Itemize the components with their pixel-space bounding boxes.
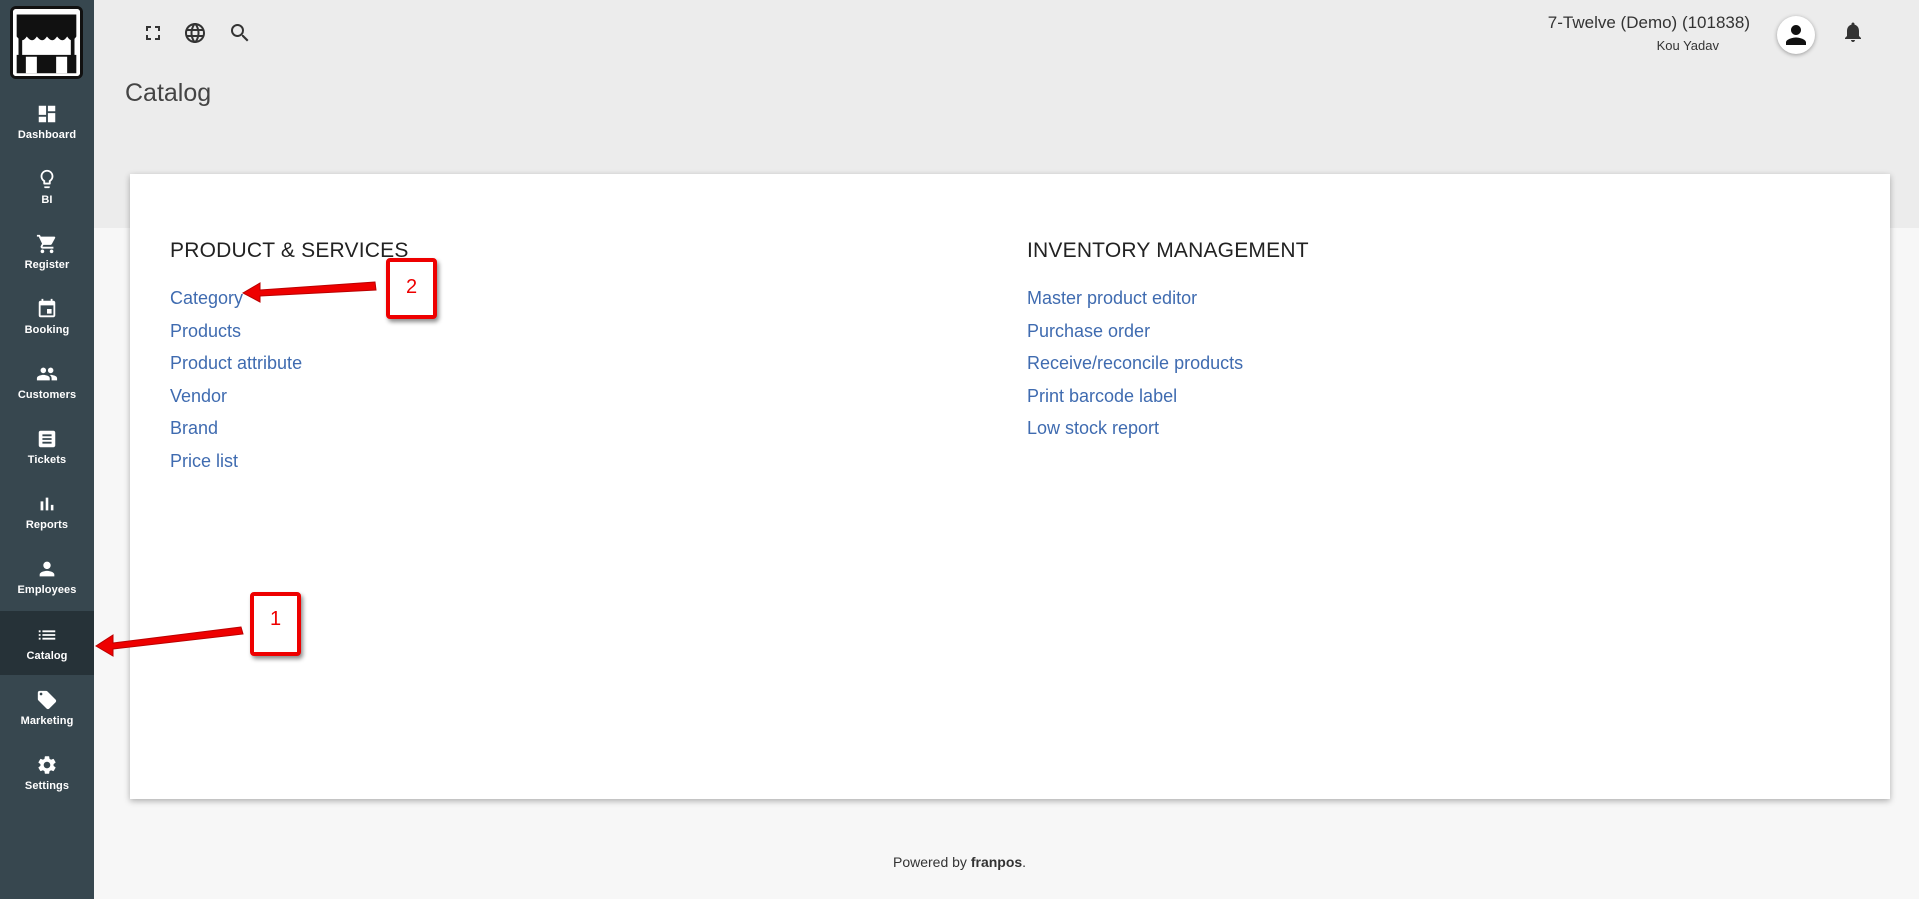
sidebar-item-customers[interactable]: Customers: [0, 350, 94, 414]
sidebar: Dashboard BI Register Booking Customers …: [0, 0, 94, 899]
link-master-product-editor[interactable]: Master product editor: [1027, 282, 1309, 315]
sidebar-item-label: Tickets: [27, 454, 67, 466]
link-category[interactable]: Category: [170, 282, 409, 315]
sidebar-item-reports[interactable]: Reports: [0, 480, 94, 544]
app-logo[interactable]: [10, 6, 83, 79]
sidebar-item-booking[interactable]: Booking: [0, 285, 94, 349]
sidebar-item-label: BI: [41, 194, 53, 206]
person-icon: [39, 561, 55, 577]
ticket-icon: [38, 430, 56, 448]
sidebar-item-register[interactable]: Register: [0, 220, 94, 284]
footer-brand: franpos: [970, 854, 1023, 870]
link-product-attribute[interactable]: Product attribute: [170, 347, 409, 380]
link-purchase-order[interactable]: Purchase order: [1027, 315, 1309, 348]
sidebar-item-bi[interactable]: BI: [0, 155, 94, 219]
sidebar-item-label: Dashboard: [17, 129, 77, 141]
store-awning-icon: [13, 9, 80, 76]
sidebar-item-employees[interactable]: Employees: [0, 545, 94, 609]
sidebar-item-marketing[interactable]: Marketing: [0, 676, 94, 740]
inventory-section: INVENTORY MANAGEMENT Master product edit…: [1027, 239, 1309, 445]
footer-suffix: .: [1022, 854, 1027, 870]
list-icon: [38, 630, 56, 640]
section-title: PRODUCT & SERVICES: [170, 239, 409, 262]
callout-2: 2: [386, 258, 437, 319]
avatar-icon: [1786, 25, 1806, 45]
lightbulb-icon: [40, 169, 54, 189]
link-receive-reconcile[interactable]: Receive/reconcile products: [1027, 347, 1309, 380]
sidebar-item-dashboard[interactable]: Dashboard: [0, 90, 94, 154]
sidebar-item-label: Settings: [24, 780, 70, 792]
user-name: Kou Yadav: [1656, 38, 1719, 53]
sidebar-item-label: Booking: [24, 324, 70, 336]
people-icon: [36, 367, 58, 381]
store-name[interactable]: 7-Twelve (Demo) (101838): [1548, 13, 1750, 33]
language-button[interactable]: [182, 20, 208, 46]
user-avatar-button[interactable]: [1777, 16, 1815, 54]
link-price-list[interactable]: Price list: [170, 445, 409, 478]
callout-1: 1: [250, 592, 301, 656]
sidebar-item-label: Reports: [25, 519, 69, 531]
bell-icon: [1845, 22, 1861, 42]
product-services-section: PRODUCT & SERVICES Category Products Pro…: [170, 239, 409, 477]
link-products[interactable]: Products: [170, 315, 409, 348]
sidebar-item-catalog[interactable]: Catalog: [0, 611, 94, 675]
cart-icon: [36, 234, 56, 254]
fullscreen-icon: [146, 26, 160, 40]
search-button[interactable]: [227, 20, 253, 46]
sidebar-item-label: Catalog: [26, 650, 68, 662]
sidebar-item-label: Customers: [17, 389, 77, 401]
sidebar-item-label: Marketing: [20, 715, 74, 727]
fullscreen-button[interactable]: [140, 20, 166, 46]
sidebar-item-label: Employees: [17, 584, 77, 596]
globe-icon: [185, 23, 205, 43]
gear-icon: [38, 756, 56, 774]
footer: Powered by franpos.: [893, 854, 1026, 870]
page-title: Catalog: [125, 79, 212, 107]
sidebar-item-tickets[interactable]: Tickets: [0, 415, 94, 479]
dashboard-icon: [38, 105, 56, 123]
tag-icon: [37, 690, 57, 710]
sidebar-item-settings[interactable]: Settings: [0, 741, 94, 805]
bar-chart-icon: [40, 497, 54, 511]
search-icon: [231, 24, 249, 42]
link-brand[interactable]: Brand: [170, 412, 409, 445]
calendar-icon: [38, 298, 56, 318]
notifications-button[interactable]: [1841, 20, 1867, 46]
section-title: INVENTORY MANAGEMENT: [1027, 239, 1309, 262]
footer-prefix: Powered by: [893, 854, 967, 870]
link-vendor[interactable]: Vendor: [170, 380, 409, 413]
sidebar-item-label: Register: [24, 259, 70, 271]
link-print-barcode-label[interactable]: Print barcode label: [1027, 380, 1309, 413]
link-low-stock-report[interactable]: Low stock report: [1027, 412, 1309, 445]
